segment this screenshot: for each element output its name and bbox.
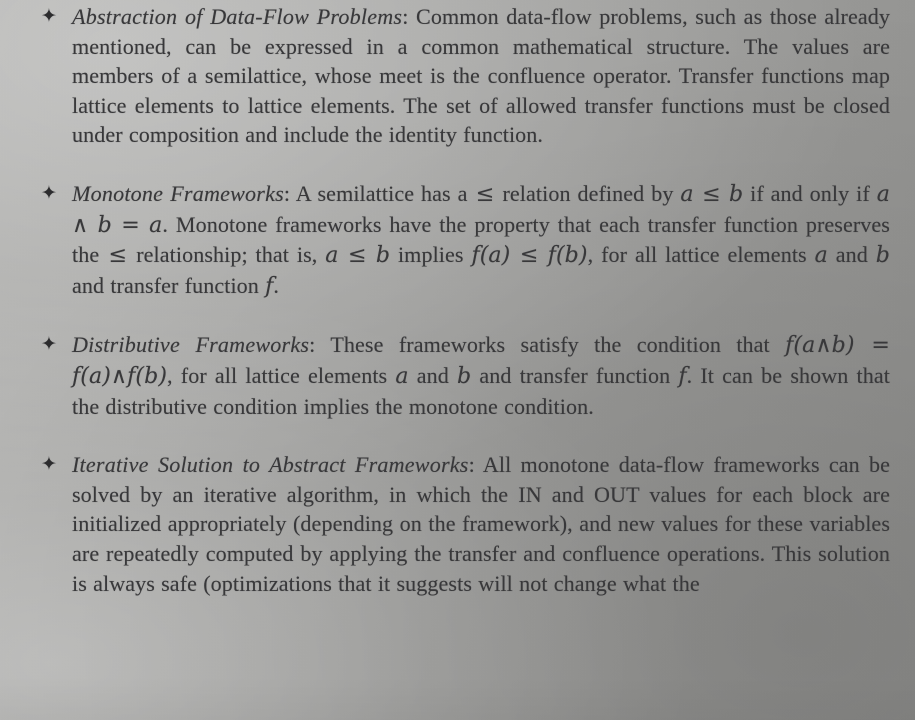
bullet-separator: : (309, 332, 331, 358)
monotone-text-8: and (827, 242, 876, 268)
page-bottom-edge (0, 676, 915, 720)
bullet-item-monotone: ✦ Monotone Frameworks: A semilattice has … (0, 179, 915, 301)
scanned-page: ✦ Abstraction of Data-Flow Problems: Comm… (0, 0, 915, 720)
bullet-separator: : (283, 180, 296, 206)
distributive-math-2: a (395, 362, 409, 389)
distributive-text-4: and transfer function (471, 362, 679, 388)
bullet-term-monotone: Monotone Frameworks (72, 180, 284, 206)
star-bullet-icon: ✦ (41, 454, 57, 476)
monotone-math-6: f(a) ≤ f(b) (471, 242, 588, 269)
bullet-item-distributive: ✦ Distributive Frameworks: These framewor… (0, 330, 915, 421)
monotone-text-9: and transfer function (72, 272, 266, 298)
star-bullet-icon: ✦ (41, 6, 57, 27)
distributive-text-3: and (408, 362, 458, 388)
page-body-text: ✦ Abstraction of Data-Flow Problems: Comm… (0, 0, 915, 598)
monotone-text-5: relationship; that is, (128, 242, 326, 268)
monotone-math-7: a (814, 242, 828, 269)
star-bullet-icon: ✦ (41, 182, 57, 204)
monotone-text-10: . (273, 272, 280, 298)
monotone-text-1: A semilattice has a (295, 180, 475, 206)
monotone-math-4: ≤ (108, 242, 128, 269)
distributive-text-1: These frameworks satisfy the condition t… (330, 332, 786, 358)
distributive-math-3: b (457, 362, 472, 389)
monotone-text-7: , for all lattice elements (587, 242, 815, 268)
bullet-term-iterative: Iterative Solution to Abstract Framework… (72, 452, 469, 478)
bullet-separator: : (402, 4, 416, 29)
bullet-separator: : (468, 452, 483, 478)
monotone-text-6: implies (390, 242, 472, 268)
bullet-term-abstraction: Abstraction of Data-Flow Problems (72, 4, 403, 29)
bullet-item-iterative: ✦ Iterative Solution to Abstract Framewor… (0, 450, 915, 598)
bullet-term-distributive: Distributive Frameworks (72, 332, 310, 358)
monotone-math-5: a ≤ b (325, 242, 391, 269)
star-bullet-icon: ✦ (41, 334, 57, 356)
distributive-math-4: f (678, 362, 687, 389)
bullet-item-abstraction: ✦ Abstraction of Data-Flow Problems: Comm… (0, 2, 915, 150)
distributive-text-2: , for all lattice elements (167, 362, 396, 388)
monotone-math-2: a ≤ b (680, 180, 744, 207)
monotone-text-2: relation defined by (495, 180, 681, 206)
monotone-math-1: ≤ (475, 180, 495, 207)
monotone-text-3: if and only if (743, 180, 877, 206)
monotone-math-8: b (875, 242, 890, 269)
